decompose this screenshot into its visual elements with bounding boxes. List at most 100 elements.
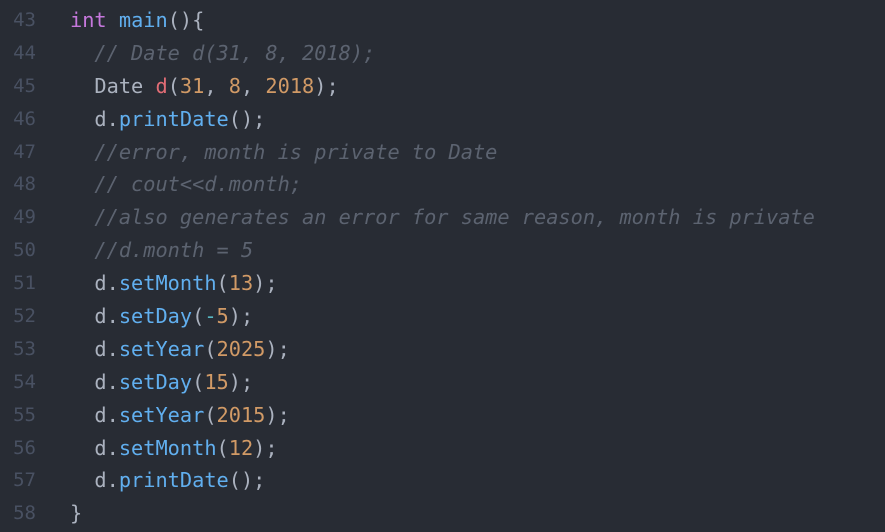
line-number: 55 xyxy=(13,403,36,426)
code-line[interactable]: 52 d.setDay(-5); xyxy=(0,300,885,333)
code-token: int xyxy=(70,8,107,32)
code-line[interactable]: 45 Date d(31, 8, 2018); xyxy=(0,70,885,103)
code-text: d.setDay(-5); xyxy=(70,300,253,333)
line-number: 57 xyxy=(13,469,36,492)
code-token: ); xyxy=(314,73,339,98)
code-token: d. xyxy=(70,336,119,361)
code-line[interactable]: 49 //also generates an error for same re… xyxy=(0,201,885,234)
code-line[interactable]: 47 //error, month is private to Date xyxy=(0,136,885,169)
code-token: setMonth xyxy=(118,271,217,296)
code-token: printDate xyxy=(118,106,229,131)
code-text: d.setMonth(13); xyxy=(70,267,278,300)
code-token: } xyxy=(70,501,83,526)
code-line[interactable]: 46 d.printDate(); xyxy=(0,103,885,136)
code-text: d.setDay(15); xyxy=(70,366,253,399)
code-token: 31 xyxy=(179,73,205,98)
code-text: // cout<<d.month; xyxy=(70,168,302,201)
code-text: d.setYear(2025); xyxy=(70,333,290,366)
code-token: ( xyxy=(167,73,180,98)
code-token: , xyxy=(204,73,229,98)
line-number: 43 xyxy=(13,9,36,31)
code-text: d.printDate(); xyxy=(70,103,265,136)
code-token: ); xyxy=(253,435,278,460)
code-token: //also generates an error for same reaso… xyxy=(94,205,815,230)
code-line[interactable]: 51 d.setMonth(13); xyxy=(0,267,885,300)
code-token: setYear xyxy=(118,336,205,361)
code-token: d. xyxy=(70,304,119,329)
code-token: ( xyxy=(216,271,229,296)
code-token: d xyxy=(155,73,168,98)
code-token: (); xyxy=(228,468,266,493)
code-text: d.printDate(); xyxy=(70,464,265,497)
code-token: d. xyxy=(70,435,119,460)
code-line[interactable]: 57 d.printDate(); xyxy=(0,464,885,497)
code-token: d. xyxy=(70,106,119,131)
code-token: setMonth xyxy=(118,435,217,460)
code-token: d. xyxy=(70,271,119,296)
code-token: ); xyxy=(265,402,290,427)
code-token: ); xyxy=(253,271,278,296)
code-line[interactable]: 48 // cout<<d.month; xyxy=(0,168,885,201)
code-token: setDay xyxy=(118,304,193,329)
code-text: d.setMonth(12); xyxy=(70,432,278,465)
line-number: 48 xyxy=(13,173,36,196)
code-token: (); xyxy=(228,106,266,131)
code-token: ); xyxy=(228,369,254,394)
code-token: ( xyxy=(192,369,205,394)
code-line[interactable]: 50 //d.month = 5 xyxy=(0,234,885,267)
code-token: - xyxy=(204,304,217,329)
code-editor[interactable]: 43 int main(){44 // Date d(31, 8, 2018); 4… xyxy=(0,4,885,530)
code-text: } xyxy=(70,497,82,530)
code-line[interactable]: 43 int main(){ xyxy=(0,4,885,37)
code-text: //d.month = 5 xyxy=(70,234,253,267)
code-token: ( xyxy=(204,336,217,361)
code-line[interactable]: 54 d.setDay(15); xyxy=(0,366,885,399)
code-token: ( xyxy=(192,304,205,329)
code-token: 2015 xyxy=(216,402,266,427)
code-token: // Date d(31, 8, 2018); xyxy=(94,40,376,65)
code-token: 2025 xyxy=(216,336,266,361)
code-token: // cout<<d.month; xyxy=(94,172,302,197)
code-line[interactable]: 44 // Date d(31, 8, 2018); xyxy=(0,37,885,70)
line-number: 49 xyxy=(13,206,36,229)
line-number: 54 xyxy=(13,370,36,393)
code-token: ); xyxy=(265,336,290,361)
line-number: 44 xyxy=(13,41,36,64)
code-token: //error, month is private to Date xyxy=(94,139,498,164)
code-token: ( xyxy=(204,402,217,427)
code-line[interactable]: 58} xyxy=(0,497,885,530)
code-token: 8 xyxy=(228,73,241,98)
code-token: printDate xyxy=(118,468,229,493)
line-number: 46 xyxy=(13,107,36,130)
code-token: 5 xyxy=(216,304,229,329)
line-number: 53 xyxy=(13,337,36,360)
code-line[interactable]: 55 d.setYear(2015); xyxy=(0,399,885,432)
code-text: //also generates an error for same reaso… xyxy=(70,201,815,234)
code-token: Date xyxy=(70,73,156,98)
code-token: d. xyxy=(70,369,119,394)
code-token: 13 xyxy=(228,271,254,296)
code-text: //error, month is private to Date xyxy=(70,136,497,169)
code-token: main xyxy=(118,8,168,32)
code-line[interactable]: 53 d.setYear(2025); xyxy=(0,333,885,366)
code-token: ); xyxy=(228,304,254,329)
code-line[interactable]: 56 d.setMonth(12); xyxy=(0,432,885,465)
code-token: d. xyxy=(70,402,119,427)
line-number: 56 xyxy=(13,436,36,459)
line-number: 50 xyxy=(13,239,36,262)
code-token: d. xyxy=(70,468,119,493)
code-text: // Date d(31, 8, 2018); xyxy=(70,37,375,70)
code-token: ( xyxy=(216,435,229,460)
code-token: , xyxy=(240,73,266,98)
code-token: //d.month = 5 xyxy=(94,238,254,263)
line-number: 52 xyxy=(13,305,36,328)
code-text: d.setYear(2015); xyxy=(70,399,290,432)
line-number: 58 xyxy=(13,502,36,525)
line-number: 47 xyxy=(13,140,36,163)
